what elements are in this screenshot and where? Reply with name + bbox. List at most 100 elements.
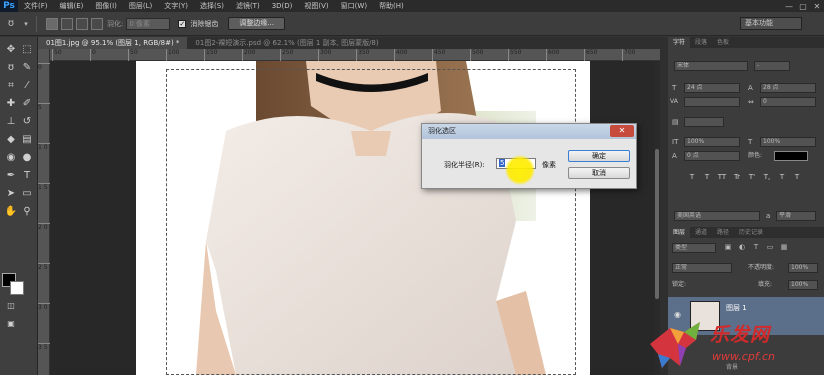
underline-button[interactable]: T <box>776 173 788 181</box>
menu-edit[interactable]: 编辑(E) <box>54 1 90 11</box>
scrollbar-thumb[interactable] <box>655 149 659 299</box>
faux-bold-button[interactable]: T <box>686 173 698 181</box>
tab-swatches[interactable]: 色板 <box>712 37 734 48</box>
tool-preset-dropdown-icon[interactable]: ▾ <box>22 17 30 31</box>
healing-tool-icon[interactable]: ✚ <box>4 97 18 111</box>
strikethrough-button[interactable]: T <box>791 173 803 181</box>
small-caps-button[interactable]: Tr <box>731 173 743 181</box>
blend-mode-select[interactable]: 正常 <box>672 263 732 273</box>
quick-mask-icon[interactable]: ◫ <box>4 299 18 313</box>
marquee-tool-icon[interactable]: ⬚ <box>20 43 34 57</box>
vertical-scale-field[interactable]: 100% <box>684 137 740 147</box>
antialias-checkbox[interactable]: ✓ <box>178 19 187 28</box>
clone-stamp-tool-icon[interactable]: ⊥ <box>4 115 18 129</box>
vertical-ruler: 0 5 1 0 1 5 2 0 2 5 3 0 3 5 <box>38 49 50 375</box>
type-filter-icon[interactable]: T <box>750 243 762 251</box>
horizontal-scale-field[interactable]: 100% <box>760 137 816 147</box>
kerning-field[interactable] <box>684 97 740 107</box>
canvas-area[interactable] <box>50 61 654 375</box>
faux-italic-button[interactable]: T <box>701 173 713 181</box>
baseline-field[interactable]: 0 点 <box>684 151 740 161</box>
menu-image[interactable]: 图像(I) <box>89 1 123 11</box>
fill-field[interactable]: 100% <box>788 280 818 290</box>
workspace-select[interactable]: 基本功能 <box>740 17 802 30</box>
tab-layers[interactable]: 图层 <box>668 227 691 238</box>
text-color-swatch[interactable] <box>774 151 808 161</box>
menu-file[interactable]: 文件(F) <box>18 1 54 11</box>
ruler-tick: 2 0 <box>38 223 50 231</box>
move-tool-icon[interactable]: ✥ <box>4 43 18 57</box>
feather-input[interactable]: 0 像素 <box>126 17 171 30</box>
cancel-button[interactable]: 取消 <box>568 167 630 179</box>
add-to-selection-icon[interactable] <box>61 17 73 30</box>
gradient-tool-icon[interactable]: ▤ <box>20 133 34 147</box>
ruler-tick: 350 <box>356 49 369 61</box>
antialias-select[interactable]: 平滑 <box>776 211 816 221</box>
tab-history[interactable]: 历史记录 <box>734 227 768 238</box>
font-style-select[interactable]: - <box>754 61 790 71</box>
crop-tool-icon[interactable]: ⌗ <box>4 79 18 93</box>
layers-panel-tabs: 图层 通道 路径 历史记录 <box>668 227 824 238</box>
type-tool-icon[interactable]: T <box>20 169 34 183</box>
eyedropper-tool-icon[interactable]: ⁄ <box>20 79 34 93</box>
tab-document-2[interactable]: 01图2-裸短演示.psd @ 62.1% (图层 1 副本, 图层蒙版/8) <box>187 37 386 49</box>
tab-channels[interactable]: 通道 <box>690 227 712 238</box>
menu-3d[interactable]: 3D(D) <box>266 2 299 10</box>
layer-filter-kind[interactable]: 类型 <box>672 243 716 253</box>
font-family-select[interactable]: 宋体 <box>674 61 748 71</box>
path-select-tool-icon[interactable]: ➤ <box>4 187 18 201</box>
lasso-tool-icon[interactable]: ʊ <box>4 61 18 75</box>
document-tabs: 01图1.jpg @ 95.1% (图层 1, RGB/8#) * 01图2-裸… <box>38 37 660 49</box>
ok-button[interactable]: 确定 <box>568 150 630 162</box>
font-size-field[interactable]: 24 点 <box>684 83 740 93</box>
tab-paths[interactable]: 路径 <box>712 227 734 238</box>
subtract-selection-icon[interactable] <box>76 17 88 30</box>
all-caps-button[interactable]: TT <box>716 173 728 181</box>
zoom-tool-icon[interactable]: ⚲ <box>20 205 34 219</box>
menu-view[interactable]: 视图(V) <box>298 1 334 11</box>
menu-type[interactable]: 文字(Y) <box>158 1 194 11</box>
lock-label: 锁定: <box>672 281 687 288</box>
tab-character[interactable]: 字符 <box>668 37 691 48</box>
tab-document-1[interactable]: 01图1.jpg @ 95.1% (图层 1, RGB/8#) * <box>38 37 188 49</box>
menu-filter[interactable]: 滤镜(T) <box>230 1 266 11</box>
dodge-tool-icon[interactable]: ● <box>20 151 34 165</box>
smart-object-filter-icon[interactable]: ▦ <box>778 243 790 251</box>
brush-tool-icon[interactable]: ✐ <box>20 97 34 111</box>
menu-layer[interactable]: 图层(L) <box>123 1 158 11</box>
opacity-field[interactable]: 100% <box>788 263 818 273</box>
hand-tool-icon[interactable]: ✋ <box>4 205 18 219</box>
intersect-selection-icon[interactable] <box>91 17 103 30</box>
pixel-filter-icon[interactable]: ▣ <box>722 243 734 251</box>
refine-edge-button[interactable]: 调整边缘... <box>228 17 286 30</box>
maximize-button[interactable]: ▢ <box>796 0 810 12</box>
leading-field[interactable]: 28 点 <box>760 83 816 93</box>
lasso-tool-icon[interactable]: ʊ <box>4 17 18 31</box>
document-canvas[interactable] <box>136 61 590 375</box>
subscript-button[interactable]: T, <box>761 173 773 181</box>
minimize-button[interactable]: — <box>782 0 796 12</box>
menu-help[interactable]: 帮助(H) <box>373 1 410 11</box>
shape-tool-icon[interactable]: ▭ <box>20 187 34 201</box>
baseline-icon: A <box>672 152 677 160</box>
close-button[interactable]: ✕ <box>810 0 824 12</box>
eraser-tool-icon[interactable]: ◆ <box>4 133 18 147</box>
tab-paragraph[interactable]: 段落 <box>690 37 712 48</box>
language-select[interactable]: 美国英语 <box>674 211 760 221</box>
adjustment-filter-icon[interactable]: ◐ <box>736 243 748 251</box>
pen-tool-icon[interactable]: ✒ <box>4 169 18 183</box>
quick-select-tool-icon[interactable]: ✎ <box>20 61 34 75</box>
shape-filter-icon[interactable]: ▭ <box>764 243 776 251</box>
superscript-button[interactable]: T' <box>746 173 758 181</box>
dialog-close-button[interactable]: ✕ <box>610 125 634 137</box>
tsume-field[interactable] <box>684 117 724 127</box>
background-color-swatch[interactable] <box>10 281 24 295</box>
history-brush-tool-icon[interactable]: ↺ <box>20 115 34 129</box>
tracking-field[interactable]: 0 <box>760 97 816 107</box>
screen-mode-icon[interactable]: ▣ <box>4 317 18 331</box>
blur-tool-icon[interactable]: ◉ <box>4 151 18 165</box>
menu-select[interactable]: 选择(S) <box>194 1 230 11</box>
new-selection-icon[interactable] <box>46 17 58 30</box>
window-controls: — ▢ ✕ <box>782 0 824 12</box>
menu-window[interactable]: 窗口(W) <box>335 1 373 11</box>
